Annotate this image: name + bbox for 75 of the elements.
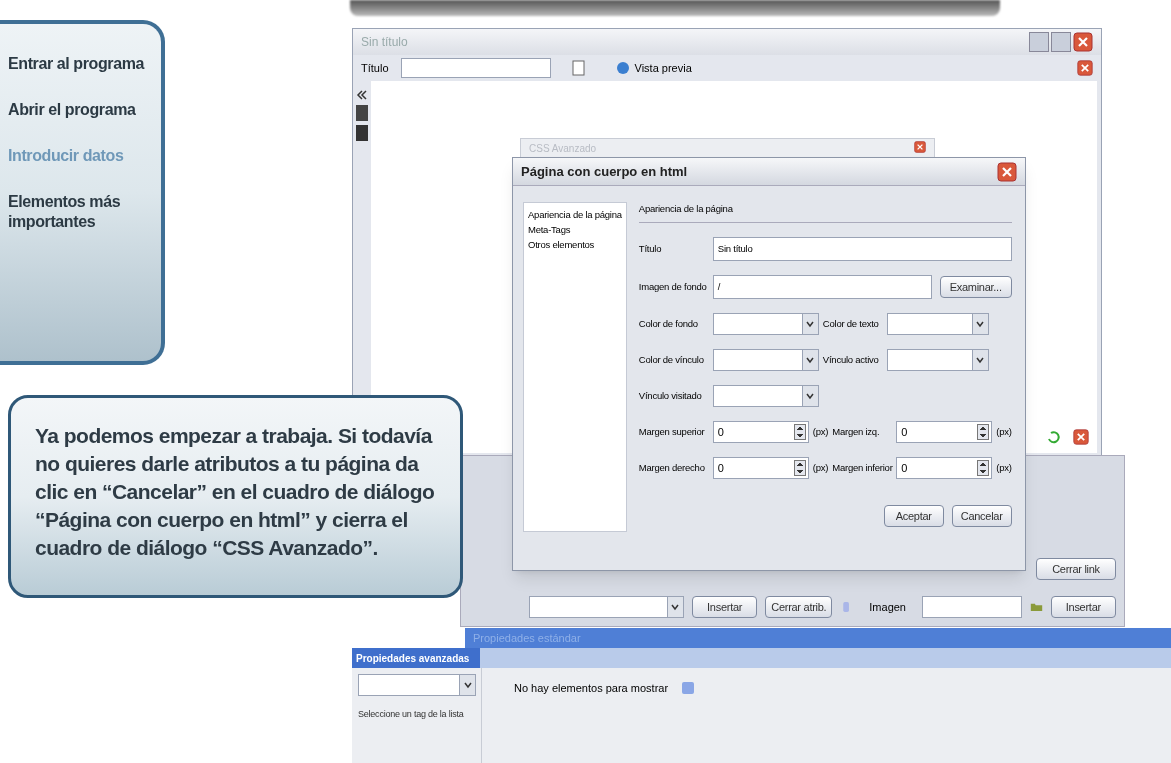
maximize-button[interactable] <box>1051 32 1071 52</box>
field-label: Título <box>361 60 389 76</box>
dialog-title: Página con cuerpo en html <box>521 162 688 181</box>
list-item[interactable]: Otros elementos <box>528 237 622 252</box>
field-label: Margen izq. <box>831 425 881 440</box>
preview-button[interactable]: Vista previa <box>614 59 692 77</box>
close-icon[interactable] <box>1073 32 1093 52</box>
caret-icon <box>976 356 985 365</box>
list-item[interactable]: Meta-Tags <box>528 222 622 237</box>
title-input[interactable] <box>400 58 551 78</box>
dropdown[interactable] <box>886 349 989 372</box>
field-label: Margen inferior <box>831 461 894 476</box>
hint-text: Seleccione un tag de la lista <box>358 708 465 721</box>
window-title: Sin título <box>361 34 408 51</box>
spin-arrows-icon <box>977 460 990 477</box>
caret-icon <box>806 320 815 329</box>
spin-field[interactable]: 0 <box>896 457 993 480</box>
field-label: Imagen de fondo <box>638 280 705 295</box>
dropdown[interactable] <box>712 313 819 336</box>
collapse-arrow-icon[interactable] <box>356 89 368 101</box>
button[interactable]: Insertar <box>1050 596 1116 618</box>
button[interactable]: Insertar <box>692 596 758 618</box>
caret-icon <box>976 320 985 329</box>
empty-message: No hay elementos para mostrar <box>514 681 669 696</box>
page-icon[interactable] <box>570 60 587 76</box>
spin-field[interactable]: 0 <box>712 421 809 444</box>
field-label: Vínculo visitado <box>638 389 703 404</box>
dropdown[interactable] <box>529 596 684 618</box>
field-label: Margen derecho <box>638 461 706 476</box>
nav-item[interactable]: Entrar al programa <box>8 54 161 74</box>
field-label: Color de vínculo <box>638 353 705 368</box>
section-bar[interactable]: Propiedades avanzadas <box>352 648 480 668</box>
caret-icon <box>463 681 472 689</box>
caret-icon <box>806 356 815 365</box>
unit-label: (px) <box>811 461 829 476</box>
unit-label: (px) <box>811 425 829 440</box>
spin-arrows-icon <box>793 424 806 441</box>
caret-icon <box>806 392 815 401</box>
field-label: Color de texto <box>821 317 880 332</box>
image-input[interactable] <box>922 596 1022 618</box>
list-item[interactable]: Apariencia de la página <box>528 207 622 222</box>
section-heading: Apariencia de la página <box>638 202 1012 224</box>
unit-label: (px) <box>995 425 1012 440</box>
caret-icon <box>671 603 680 611</box>
field-label: Título <box>638 242 663 257</box>
close-icon[interactable] <box>1073 429 1089 445</box>
field-label: Color de fondo <box>638 317 699 332</box>
close-icon[interactable] <box>914 141 926 153</box>
dropdown[interactable] <box>712 385 819 408</box>
button[interactable]: Examinar... <box>939 276 1012 299</box>
dropdown[interactable] <box>886 313 989 336</box>
spin-field[interactable]: 0 <box>896 421 993 444</box>
instruction-text: Ya podemos empezar a trabaja. Si todavía no quieres darle atributos a tu página da clic en “Cancelar” en el cuadro de diálogo “Página con cuerpo en html” y cierra el cuadro de diálogo “CSS Avanzado”. <box>35 423 436 561</box>
minimize-button[interactable] <box>1029 32 1049 52</box>
spin-arrows-icon <box>977 424 990 441</box>
nav-item[interactable]: Abrir el programa <box>8 100 161 120</box>
text-field[interactable]: / <box>712 275 932 300</box>
dropdown[interactable] <box>712 349 819 372</box>
unit-label: (px) <box>995 461 1012 476</box>
nav-item[interactable]: Elementos más importantes <box>8 192 161 232</box>
field-label: Vínculo activo <box>821 353 880 368</box>
close-icon[interactable] <box>1077 60 1093 76</box>
spin-field[interactable]: 0 <box>712 457 809 480</box>
button[interactable]: Aceptar <box>883 505 944 528</box>
close-icon[interactable] <box>997 161 1017 182</box>
dropdown[interactable] <box>358 674 476 696</box>
text-field[interactable]: Sin título <box>712 237 1012 262</box>
button[interactable]: Cerrar link <box>1036 558 1116 580</box>
button[interactable]: Cancelar <box>951 505 1012 528</box>
refresh-icon[interactable] <box>1045 429 1061 445</box>
section-bar: Propiedades estándar <box>465 628 1171 648</box>
button[interactable]: Cerrar atrib. <box>765 596 833 618</box>
field-label: Margen superior <box>638 425 706 440</box>
field-label: Imagen <box>869 599 906 615</box>
spin-arrows-icon <box>793 460 806 477</box>
